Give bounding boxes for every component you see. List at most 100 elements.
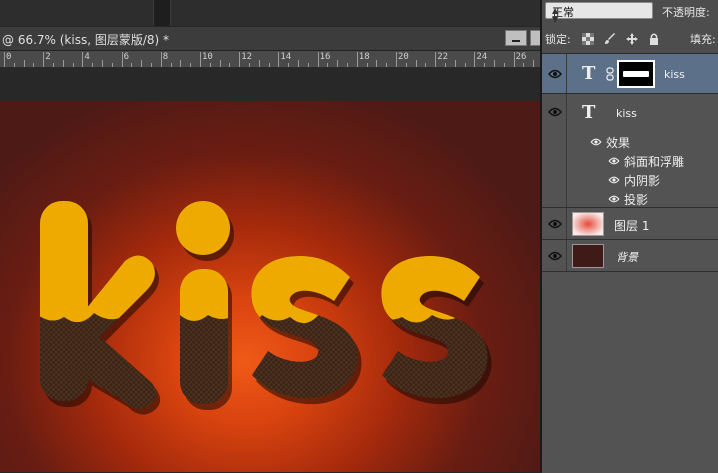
blend-mode-select[interactable]: 正常 ▲ ▼ (545, 2, 653, 24)
ruler-tick (435, 52, 437, 67)
brush-icon[interactable] (604, 33, 616, 45)
ruler-minor-tick (258, 60, 260, 67)
layers-panel: 正常 ▲ ▼ 不透明度: 锁定: 填充: T kiss T kiss 效果 斜面… (542, 0, 718, 473)
ruler-minor-tick (102, 60, 103, 67)
ruler-minor-tick (190, 63, 192, 67)
ruler-tick (396, 52, 397, 67)
ruler-label: 4 (84, 52, 90, 62)
ruler-minor-tick (219, 60, 221, 67)
layer-background[interactable]: 背景 (542, 240, 718, 272)
document-tab-bar[interactable]: @ 66.7% (kiss, 图层蒙版/8) * (0, 27, 542, 51)
effect-bevel-emboss[interactable]: 斜面和浮雕 (624, 153, 684, 170)
move-icon[interactable] (626, 33, 638, 45)
ruler-tick (200, 52, 201, 67)
eye-icon[interactable] (548, 219, 562, 229)
ruler-minor-tick (141, 60, 143, 67)
layer-kiss-effects[interactable]: T kiss 效果 斜面和浮雕 内阴影 投影 (542, 94, 718, 208)
ruler-minor-tick (249, 63, 250, 67)
ruler-minor-tick (131, 63, 133, 67)
ruler-tick (239, 52, 241, 67)
ruler-tick (160, 52, 162, 67)
ruler-label: 0 (6, 52, 12, 62)
ruler-minor-tick (23, 60, 25, 67)
ruler-tick (121, 52, 123, 67)
ruler-label: 16 (319, 52, 331, 62)
visibility-toggle[interactable] (542, 240, 567, 271)
ruler-minor-tick (445, 63, 446, 67)
visibility-toggle[interactable] (542, 54, 567, 93)
ruler-label: 12 (241, 52, 253, 62)
visibility-toggle[interactable] (542, 94, 567, 207)
ruler-label: 14 (280, 52, 292, 62)
ruler-minor-tick (405, 63, 407, 67)
kiss-artwork (40, 201, 492, 415)
ruler-minor-tick (268, 63, 270, 67)
layer-kiss-masked[interactable]: T kiss (542, 54, 718, 94)
canvas-area[interactable] (0, 68, 540, 472)
effect-eye-icon[interactable] (608, 195, 620, 203)
ruler-minor-tick (376, 60, 378, 67)
letters (40, 201, 488, 409)
ruler-tick (513, 52, 515, 67)
ruler-minor-tick (347, 63, 348, 67)
lock-row: 锁定: 填充: (542, 28, 718, 50)
ruler-label: 8 (162, 52, 169, 62)
ruler-tick (356, 52, 358, 67)
layer-name: 背景 (616, 251, 638, 264)
ruler-minor-tick (13, 63, 15, 67)
ruler-label: 18 (358, 52, 370, 62)
effects-label[interactable]: 效果 (606, 134, 630, 151)
ruler-minor-tick (180, 60, 182, 67)
ruler-minor-tick (366, 63, 368, 67)
effects-eye-icon[interactable] (590, 138, 602, 146)
layer-name: 图层 1 (614, 219, 650, 233)
layer-1[interactable]: 图层 1 (542, 208, 718, 240)
ruler-label: 2 (45, 52, 51, 62)
ruler-label: 10 (202, 52, 213, 62)
ruler-minor-tick (386, 63, 388, 67)
lock-label: 锁定: (545, 33, 571, 46)
ruler-tick (43, 52, 45, 67)
layer-name: kiss (664, 68, 685, 81)
artwork-canvas[interactable] (0, 101, 540, 472)
layers-list: T kiss T kiss 效果 斜面和浮雕 内阴影 投影 图层 1 背景 (542, 53, 718, 473)
ruler-minor-tick (92, 63, 94, 67)
layer-mask-thumbnail[interactable] (617, 60, 655, 88)
opacity-label: 不透明度: (662, 6, 710, 19)
ruler-label: 6 (123, 52, 130, 62)
minimize-button[interactable] (505, 30, 527, 46)
ruler-minor-tick (151, 63, 152, 67)
ruler-minor-tick (415, 60, 417, 67)
ruler-minor-tick (53, 63, 54, 67)
ruler-tick (82, 52, 84, 67)
ruler-label: 26 (515, 52, 527, 62)
blend-row: 正常 ▲ ▼ 不透明度: (542, 0, 718, 24)
yellow-top (40, 201, 488, 324)
eye-icon[interactable] (548, 107, 562, 117)
ruler-minor-tick (209, 63, 211, 67)
ruler-minor-tick (33, 63, 35, 67)
fill-label: 填充: (690, 33, 716, 46)
lock-icon[interactable] (648, 33, 660, 45)
ruler-label: 20 (398, 52, 409, 62)
effect-inner-shadow[interactable]: 内阴影 (624, 172, 660, 189)
document-tab-title[interactable]: @ 66.7% (kiss, 图层蒙版/8) * (2, 31, 169, 48)
visibility-toggle[interactable] (542, 208, 567, 239)
eye-icon[interactable] (548, 69, 562, 79)
ruler-minor-tick (337, 60, 339, 67)
effect-drop-shadow[interactable]: 投影 (624, 191, 648, 208)
updown-arrow-icon: ▲ ▼ (552, 6, 559, 24)
effect-eye-icon[interactable] (608, 176, 620, 184)
ruler-minor-tick (494, 60, 495, 67)
ruler-tick (278, 52, 280, 67)
checker-icon[interactable] (582, 33, 594, 45)
ruler-minor-tick (484, 63, 486, 67)
chain-link-icon[interactable] (606, 67, 614, 81)
ruler-minor-tick (229, 63, 231, 67)
horizontal-ruler[interactable]: 0 2 4 6 8 10 12 14 16 18 20 22 24 26 (0, 51, 540, 68)
effect-eye-icon[interactable] (608, 157, 620, 165)
ruler-minor-tick (523, 63, 525, 67)
text-layer-icon: T (582, 102, 596, 123)
ruler-label: 22 (437, 52, 449, 62)
eye-icon[interactable] (548, 251, 562, 261)
